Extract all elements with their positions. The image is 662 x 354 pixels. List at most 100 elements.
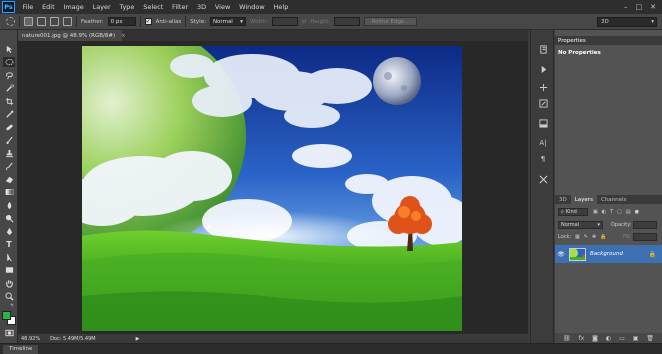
tools-panel: T ↰ xyxy=(0,30,18,343)
add-to-selection-icon[interactable] xyxy=(37,17,46,26)
gradient-tool-icon[interactable] xyxy=(3,187,15,197)
new-selection-icon[interactable] xyxy=(24,17,33,26)
lock-transparent-icon[interactable]: ▦ xyxy=(575,234,580,240)
eyedropper-tool-icon[interactable] xyxy=(3,109,15,119)
fill-input[interactable] xyxy=(633,233,657,241)
tab-channels[interactable]: Channels xyxy=(597,195,630,204)
foreground-color-swatch[interactable] xyxy=(2,311,11,320)
layer-filter-select[interactable]: ⌕ Kind xyxy=(558,208,588,216)
brush-presets-icon[interactable] xyxy=(537,98,549,108)
adjustment-filter-icon[interactable]: ◐ xyxy=(602,209,606,215)
blend-mode-select[interactable]: Normal ▾ xyxy=(558,221,603,229)
lock-all-icon[interactable]: 🔒 xyxy=(600,234,606,240)
swap-colors-icon[interactable]: ↰ xyxy=(10,303,14,309)
antialias-checkbox[interactable]: ✓ xyxy=(144,18,152,25)
type-filter-icon[interactable]: T xyxy=(610,209,613,215)
style-label: Style: xyxy=(190,18,206,25)
feather-input[interactable]: 0 px xyxy=(107,17,136,26)
menu-help[interactable]: Help xyxy=(269,3,293,11)
menu-3d[interactable]: 3D xyxy=(193,3,211,11)
actions-icon[interactable] xyxy=(537,64,549,74)
lock-position-icon[interactable]: ✥ xyxy=(592,234,596,240)
tab-3d[interactable]: 3D xyxy=(555,195,571,204)
type-tool-icon[interactable]: T xyxy=(3,239,15,249)
add-mask-icon[interactable]: ◙ xyxy=(592,335,598,342)
close-button[interactable]: ✕ xyxy=(650,3,656,11)
blur-tool-icon[interactable] xyxy=(3,200,15,210)
collapsed-panels-dock: A| ¶ xyxy=(530,30,554,343)
path-selection-tool-icon[interactable] xyxy=(3,252,15,262)
height-input[interactable] xyxy=(334,17,361,26)
menu-image[interactable]: Image xyxy=(59,3,88,11)
dodge-tool-icon[interactable] xyxy=(3,213,15,223)
opacity-input[interactable] xyxy=(633,221,657,229)
zoom-tool-icon[interactable] xyxy=(3,291,15,301)
3d-panel-icon[interactable] xyxy=(537,82,549,92)
lock-pixels-icon[interactable]: ✎ xyxy=(584,234,588,240)
shape-tool-icon[interactable] xyxy=(3,265,15,275)
right-panels: Properties No Properties 3D Layers Chann… xyxy=(555,30,662,343)
status-menu-arrow-icon[interactable]: ▶ xyxy=(136,336,140,342)
link-layers-icon[interactable]: ⛓ xyxy=(563,335,571,342)
paragraph-icon[interactable]: ¶ xyxy=(537,154,549,164)
zoom-level[interactable]: 48.92% xyxy=(21,336,40,342)
menu-layer[interactable]: Layer xyxy=(88,3,115,11)
subtract-from-selection-icon[interactable] xyxy=(50,17,59,26)
menu-view[interactable]: View xyxy=(210,3,234,11)
feather-label: Feather: xyxy=(81,18,104,25)
move-tool-icon[interactable] xyxy=(3,44,15,54)
layer-style-icon[interactable]: fx xyxy=(579,335,585,342)
tools-options-icon[interactable] xyxy=(537,174,549,184)
shape-filter-icon[interactable]: ▢ xyxy=(617,209,622,215)
width-input[interactable] xyxy=(271,17,298,26)
visibility-eye-icon[interactable]: 👁 xyxy=(555,251,567,258)
marquee-tool-icon[interactable] xyxy=(3,57,15,67)
tab-layers[interactable]: Layers xyxy=(570,195,597,204)
style-select[interactable]: Normal ▾ xyxy=(209,17,246,26)
close-tab-icon[interactable]: × xyxy=(121,33,126,39)
doc-size-info: Doc: 5.49M/5.49M xyxy=(50,335,96,342)
swap-icon[interactable]: ⇄ xyxy=(302,19,307,25)
character-icon[interactable]: A| xyxy=(537,138,549,148)
document-tab[interactable]: nature001.jpg @ 48.9% (RGB/8#) × xyxy=(18,30,126,41)
layers-footer: ⛓ fx ◙ ◐ ▭ ▣ 🗑 xyxy=(555,333,662,343)
menu-file[interactable]: File xyxy=(18,3,38,11)
layer-row-background[interactable]: 👁 Background 🔒 xyxy=(555,245,662,263)
properties-title: Properties xyxy=(558,37,586,44)
eraser-tool-icon[interactable] xyxy=(3,174,15,184)
maximize-button[interactable]: □ xyxy=(636,3,643,11)
new-layer-icon[interactable]: ▣ xyxy=(633,335,639,342)
quick-mask-icon[interactable] xyxy=(3,328,15,338)
crop-tool-icon[interactable] xyxy=(3,96,15,106)
intersect-selection-icon[interactable] xyxy=(63,17,72,26)
document-canvas[interactable] xyxy=(82,46,462,331)
pixel-filter-icon[interactable]: ▣ xyxy=(593,209,598,215)
pen-tool-icon[interactable] xyxy=(3,226,15,236)
canvas-area[interactable] xyxy=(18,41,528,333)
brush-tool-icon[interactable] xyxy=(3,135,15,145)
timeline-tab[interactable]: Timeline xyxy=(3,344,39,354)
adjustment-layer-icon[interactable]: ◐ xyxy=(606,335,611,342)
marquee-tool-preset-icon[interactable] xyxy=(6,17,15,26)
hand-tool-icon[interactable] xyxy=(3,278,15,288)
new-group-icon[interactable]: ▭ xyxy=(619,335,625,342)
workspace-select[interactable]: 3D ▾ xyxy=(597,17,657,27)
menu-edit[interactable]: Edit xyxy=(38,3,59,11)
menu-type[interactable]: Type xyxy=(115,3,139,11)
clone-stamp-tool-icon[interactable] xyxy=(3,148,15,158)
delete-layer-icon[interactable]: 🗑 xyxy=(646,335,654,342)
lasso-tool-icon[interactable] xyxy=(3,70,15,80)
menu-filter[interactable]: Filter xyxy=(168,3,193,11)
minimize-button[interactable]: – xyxy=(624,3,628,11)
healing-brush-tool-icon[interactable] xyxy=(3,122,15,132)
properties-panel-header[interactable]: Properties xyxy=(555,36,662,45)
filter-toggle-icon[interactable]: ● xyxy=(635,209,639,215)
swatches-icon[interactable] xyxy=(537,118,549,128)
smart-object-filter-icon[interactable]: ▤ xyxy=(626,209,631,215)
history-icon[interactable] xyxy=(537,44,549,54)
menu-window[interactable]: Window xyxy=(235,3,269,11)
menu-select[interactable]: Select xyxy=(139,3,168,11)
history-brush-tool-icon[interactable] xyxy=(3,161,15,171)
refine-edge-button[interactable]: Refine Edge... xyxy=(364,17,417,26)
quick-selection-tool-icon[interactable] xyxy=(3,83,15,93)
